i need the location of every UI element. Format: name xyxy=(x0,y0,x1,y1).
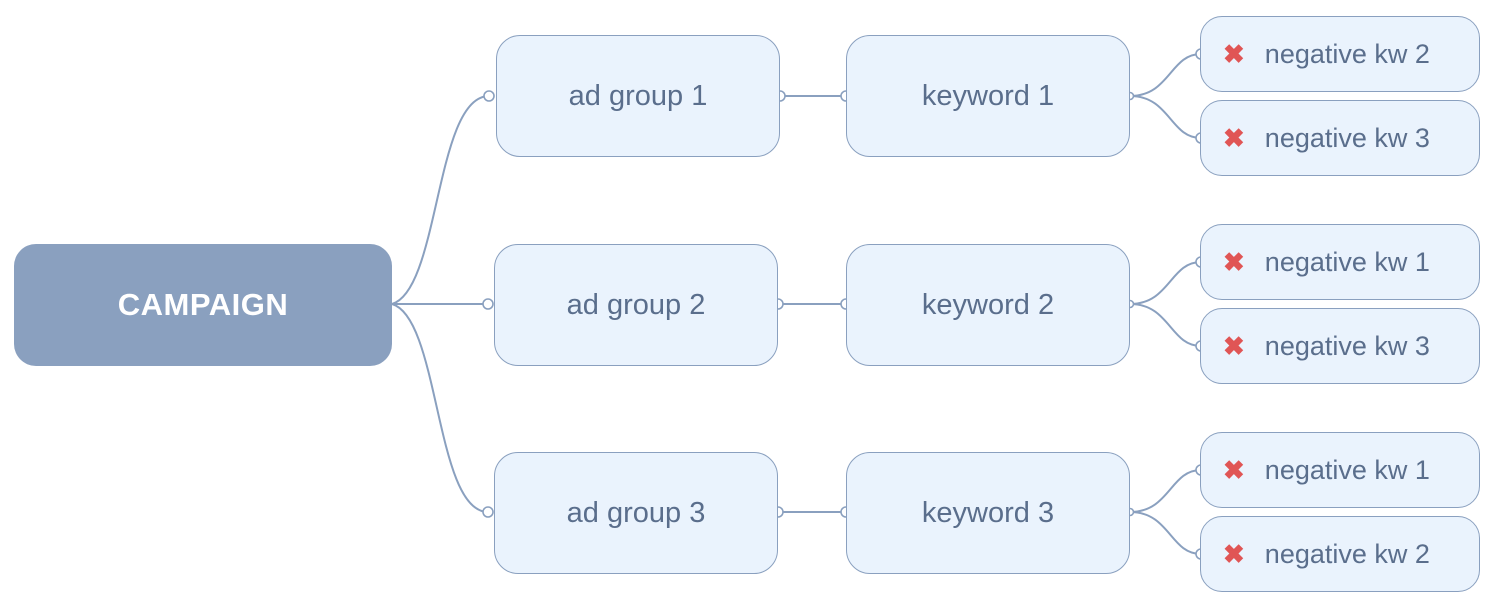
x-icon: ✖ xyxy=(1223,330,1245,361)
negative-keyword-node[interactable]: ✖ negative kw 2 xyxy=(1200,516,1480,592)
port xyxy=(482,298,494,310)
ad-group-label: ad group 1 xyxy=(568,79,708,112)
negative-keyword-node[interactable]: ✖ negative kw 1 xyxy=(1200,224,1480,300)
negative-keyword-label: negative kw 2 xyxy=(1264,538,1430,569)
link-keyword2-neg-b xyxy=(1129,303,1202,347)
x-icon: ✖ xyxy=(1223,538,1245,569)
link-keyword1-neg-b xyxy=(1129,95,1202,139)
negative-keyword-label: negative kw 2 xyxy=(1264,38,1430,69)
ad-group-node[interactable]: ad group 2 xyxy=(494,244,778,366)
campaign-node[interactable]: CAMPAIGN xyxy=(14,244,392,366)
port xyxy=(482,506,494,518)
x-icon: ✖ xyxy=(1223,122,1245,153)
x-icon: ✖ xyxy=(1223,246,1245,277)
negative-keyword-node[interactable]: ✖ negative kw 3 xyxy=(1200,100,1480,176)
x-icon: ✖ xyxy=(1223,38,1245,69)
keyword-node[interactable]: keyword 2 xyxy=(846,244,1130,366)
ad-group-node[interactable]: ad group 3 xyxy=(494,452,778,574)
keyword-label: keyword 1 xyxy=(921,79,1055,112)
keyword-node[interactable]: keyword 3 xyxy=(846,452,1130,574)
link-keyword3-neg-a xyxy=(1129,469,1202,513)
link-keyword3-neg-b xyxy=(1129,511,1202,555)
link-keyword1-neg-a xyxy=(1129,53,1202,97)
keyword-label: keyword 3 xyxy=(921,496,1055,529)
negative-keyword-label: negative kw 1 xyxy=(1264,246,1430,277)
negative-keyword-node[interactable]: ✖ negative kw 2 xyxy=(1200,16,1480,92)
negative-keyword-label: negative kw 3 xyxy=(1264,122,1430,153)
x-icon: ✖ xyxy=(1223,454,1245,485)
negative-keyword-label: negative kw 1 xyxy=(1264,454,1430,485)
negative-keyword-node[interactable]: ✖ negative kw 3 xyxy=(1200,308,1480,384)
keyword-label: keyword 2 xyxy=(921,288,1055,321)
negative-keyword-node[interactable]: ✖ negative kw 1 xyxy=(1200,432,1480,508)
link-keyword2-neg-a xyxy=(1129,261,1202,305)
link-campaign-adgroup-1 xyxy=(391,95,490,305)
ad-group-label: ad group 2 xyxy=(566,288,706,321)
port xyxy=(483,90,495,102)
ad-group-node[interactable]: ad group 1 xyxy=(496,35,780,157)
link-campaign-adgroup-3 xyxy=(391,303,489,513)
ad-group-label: ad group 3 xyxy=(566,496,706,529)
negative-keyword-label: negative kw 3 xyxy=(1264,330,1430,361)
keyword-node[interactable]: keyword 1 xyxy=(846,35,1130,157)
